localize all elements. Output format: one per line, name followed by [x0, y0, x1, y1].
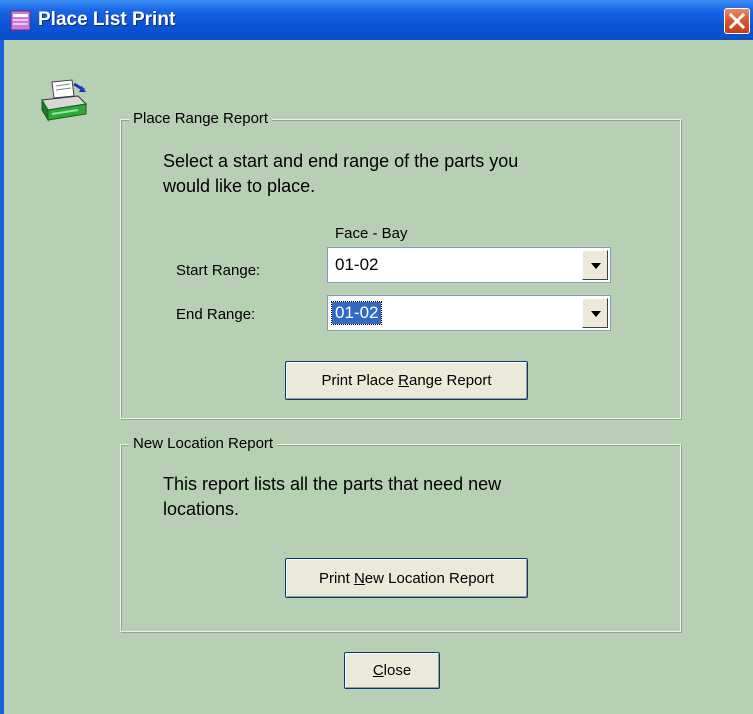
place-list-print-window: Place List Print Place Range Report Sele… [0, 0, 753, 714]
window-close-button[interactable] [724, 8, 750, 34]
print-place-range-report-button[interactable]: Print Place Range Report [285, 361, 528, 400]
button-label: Print New Location Report [318, 569, 495, 587]
form-icon [10, 10, 31, 31]
close-button[interactable]: Close [344, 652, 440, 689]
range-description-line-1: Select a start and end range of the part… [163, 151, 519, 171]
printer-icon [41, 79, 88, 122]
title-bar[interactable]: Place List Print [0, 0, 753, 40]
end-range-combo[interactable]: 01-02 [327, 295, 611, 331]
location-description-line-2: locations. [163, 499, 240, 519]
start-range-value: 01-02 [335, 255, 379, 274]
end-range-label: End Range: [176, 306, 256, 323]
dropdown-arrow-icon[interactable] [582, 298, 608, 328]
close-icon [728, 12, 746, 30]
location-description-line-1: This report lists all the parts that nee… [163, 474, 502, 494]
group-legend: New Location Report [129, 435, 278, 452]
end-range-value: 01-02 [330, 301, 383, 325]
window-title: Place List Print [38, 9, 176, 30]
range-description-line-2: would like to place. [163, 176, 316, 196]
button-label: Close [372, 662, 412, 679]
window-left-border [0, 40, 4, 714]
button-label: Print Place Range Report [321, 372, 492, 389]
start-range-combo[interactable]: 01-02 [327, 247, 611, 283]
print-new-location-report-button[interactable]: Print New Location Report [285, 558, 528, 598]
dropdown-arrow-icon[interactable] [582, 250, 608, 280]
group-legend: Place Range Report [129, 110, 273, 127]
face-bay-header: Face - Bay [335, 225, 408, 242]
start-range-label: Start Range: [176, 262, 261, 279]
